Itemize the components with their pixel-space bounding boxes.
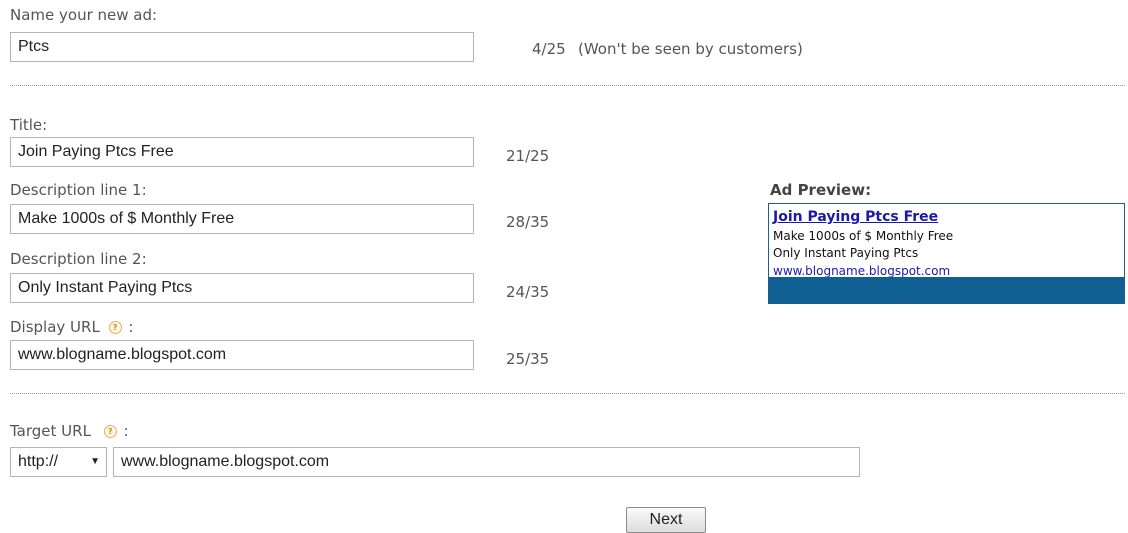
target-url-input[interactable]: www.blogname.blogspot.com	[113, 447, 860, 477]
ad-name-note: (Won't be seen by customers)	[578, 40, 803, 58]
ad-preview-box: Join Paying Ptcs Free Make 1000s of $ Mo…	[768, 203, 1125, 304]
preview-title-link[interactable]: Join Paying Ptcs Free	[773, 209, 938, 225]
preview-line-2: Only Instant Paying Ptcs	[773, 246, 919, 260]
title-input[interactable]: Join Paying Ptcs Free	[10, 137, 474, 167]
divider-top	[10, 85, 1125, 86]
display-url-label: Display URL	[10, 318, 100, 336]
display-url-colon: :	[128, 318, 134, 336]
protocol-select[interactable]: http:// ▼	[10, 447, 107, 477]
preview-url: www.blogname.blogspot.com	[773, 264, 951, 278]
help-icon[interactable]: ?	[108, 321, 122, 334]
ad-preview-heading: Ad Preview:	[770, 181, 872, 199]
desc2-input[interactable]: Only Instant Paying Ptcs	[10, 273, 474, 303]
chevron-down-icon[interactable]: ▼	[90, 448, 100, 476]
desc1-label: Description line 1:	[10, 181, 147, 199]
title-label: Title:	[10, 116, 48, 134]
divider-bottom	[10, 393, 1125, 394]
display-url-label-row: Display URL ? :	[10, 318, 133, 336]
target-url-label-row: Target URL ? :	[10, 422, 129, 440]
next-button[interactable]: Next	[626, 507, 706, 533]
ad-name-input[interactable]: Ptcs	[10, 32, 474, 62]
target-url-colon: :	[123, 422, 129, 440]
protocol-value: http://	[18, 453, 59, 470]
help-icon[interactable]: ?	[103, 425, 117, 438]
desc2-counter: 24/35	[506, 283, 550, 301]
ad-name-label: Name your new ad:	[10, 6, 158, 24]
desc1-input[interactable]: Make 1000s of $ Monthly Free	[10, 204, 474, 234]
display-url-counter: 25/35	[506, 350, 550, 368]
ad-name-counter: 4/25	[532, 40, 566, 58]
target-url-label: Target URL	[10, 422, 91, 440]
preview-line-1: Make 1000s of $ Monthly Free	[773, 229, 954, 243]
title-counter: 21/25	[506, 147, 550, 165]
desc2-label: Description line 2:	[10, 250, 147, 268]
display-url-input[interactable]: www.blogname.blogspot.com	[10, 340, 474, 370]
desc1-counter: 28/35	[506, 213, 550, 231]
preview-footer-band	[769, 277, 1124, 303]
